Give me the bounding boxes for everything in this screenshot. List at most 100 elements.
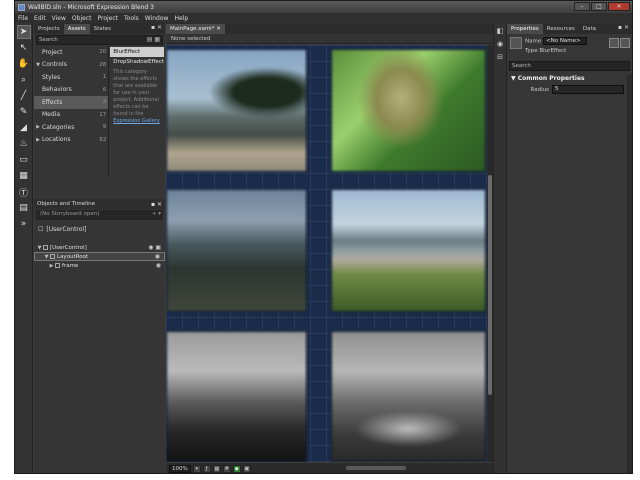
photo-mossy-tree[interactable] (331, 49, 486, 172)
blend-app-icon (18, 3, 25, 11)
zoom-level[interactable]: 100% (169, 465, 191, 473)
horizontal-scrollbar[interactable] (346, 466, 406, 470)
eye-icon[interactable]: ◉ (155, 253, 160, 260)
storyboard-selector[interactable]: (No Storyboard open) + ▾ (36, 210, 163, 220)
photo-mountain-river[interactable] (331, 189, 486, 312)
properties-scrollbar[interactable] (627, 75, 632, 473)
photo-misty-mountains[interactable] (166, 189, 307, 312)
tab-assets[interactable]: Assets (63, 24, 90, 34)
grid-icon[interactable]: ▦ (17, 169, 31, 183)
eye-icon[interactable]: ◉ ▣ (148, 244, 161, 251)
tab-properties[interactable]: Properties (507, 24, 543, 34)
category-effects[interactable]: Effects 2 (34, 96, 109, 109)
menu-project[interactable]: Project (97, 15, 118, 22)
text-icon[interactable]: Ⓣ (17, 185, 31, 199)
split-view-icon[interactable]: ⊟ (495, 52, 505, 62)
collapse-icon[interactable]: ▼ (511, 75, 516, 82)
panel-pin-icon[interactable]: ▪ ✕ (151, 201, 162, 208)
eye-icon[interactable]: ◉ (156, 262, 161, 269)
snap-icon[interactable]: ◆ (232, 465, 241, 473)
expander-icon[interactable]: ▶ (34, 137, 42, 143)
close-tab-icon[interactable]: ✕ (216, 26, 221, 32)
panel-pin-icon[interactable]: ▪ ✕ (618, 24, 629, 31)
xaml-view-icon[interactable]: ◉ (495, 39, 505, 49)
pin-icon[interactable]: ▪ ✕ (151, 24, 162, 31)
collapse-icon[interactable]: ▼ (36, 245, 43, 251)
tree-label: LayoutRoot (57, 253, 89, 260)
category-styles[interactable]: Styles 1 (34, 71, 108, 84)
menu-view[interactable]: View (52, 15, 66, 22)
direct-select-icon[interactable]: ↖ (17, 41, 31, 55)
tab-projects[interactable]: Projects (34, 24, 64, 34)
category-locations[interactable]: ▶ Locations 82 (34, 134, 108, 147)
search-placeholder: Search (39, 37, 58, 43)
events-mode-icon[interactable] (620, 38, 630, 48)
tab-data[interactable]: Data (579, 24, 600, 34)
radius-input[interactable]: 5 (552, 85, 624, 94)
asset-icon[interactable]: » (17, 217, 31, 231)
category-project[interactable]: Project 20 (34, 46, 108, 59)
menu-window[interactable]: Window (145, 15, 169, 22)
category-label: Effects (42, 98, 63, 106)
assets-search-input[interactable]: Search ▤ ▦ (36, 35, 163, 45)
show-annotations-icon[interactable]: ▣ (242, 465, 251, 473)
rectangle-icon[interactable]: ▭ (17, 153, 31, 167)
category-count: 82 (99, 136, 107, 143)
breadcrumb[interactable]: None selected (166, 34, 493, 44)
tree-row-usercontrol[interactable]: ▼ [UserControl] ◉ ▣ (34, 243, 165, 252)
expand-icon[interactable]: ▶ (48, 263, 55, 269)
pan-icon[interactable]: ✋ (17, 57, 31, 71)
category-categories[interactable]: ▶ Categories 9 (34, 121, 108, 134)
menu-edit[interactable]: Edit (34, 15, 46, 22)
tab-resources[interactable]: Resources (543, 24, 579, 34)
selection-icon[interactable]: ➤ (16, 25, 31, 39)
common-properties-section[interactable]: ▼ Common Properties (507, 75, 632, 82)
add-storyboard-icon[interactable]: + ▾ (152, 210, 161, 219)
scrollbar-thumb[interactable] (488, 175, 492, 395)
assets-panel: Projects Assets States ▪ ✕ Search ▤ ▦ Pr… (34, 23, 165, 473)
paint-bucket-icon[interactable]: ◢ (17, 121, 31, 135)
tree-label: frame (62, 262, 79, 269)
brush-icon[interactable]: ♨ (17, 137, 31, 151)
design-canvas[interactable] (166, 45, 487, 462)
category-label: Media (42, 111, 61, 119)
maximize-button[interactable]: □ (591, 2, 607, 11)
menu-file[interactable]: File (18, 15, 28, 22)
menu-object[interactable]: Object (72, 15, 92, 22)
design-view-icon[interactable]: ◧ (495, 26, 505, 36)
photo-driftwood-beach[interactable] (331, 331, 486, 462)
category-controls[interactable]: ▼ Controls 28 (34, 59, 108, 72)
properties-search-input[interactable]: Search (509, 61, 630, 71)
controls-icon[interactable]: ▤ (17, 201, 31, 215)
pen-icon[interactable]: ✎ (17, 105, 31, 119)
zoom-icon[interactable]: ⌕ (17, 73, 31, 87)
zoom-dropdown-icon[interactable]: ▾ (192, 465, 201, 473)
eyedropper-icon[interactable]: ╱ (17, 89, 31, 103)
tree-row-layoutroot[interactable]: ▼ LayoutRoot ◉ (34, 252, 165, 261)
document-tab[interactable]: MainPage.xaml* ✕ (166, 24, 225, 34)
photo-lake-forest[interactable] (166, 49, 307, 172)
category-behaviors[interactable]: Behaviors 6 (34, 84, 108, 97)
photo-foggy-shore[interactable] (166, 331, 307, 462)
view-toggle-icon[interactable]: ▤ ▦ (147, 36, 160, 44)
snap-grid-icon[interactable]: ▦ (212, 465, 221, 473)
expression-gallery-link[interactable]: Expression Gallery (113, 118, 160, 124)
effect-dropshadow[interactable]: DropShadowEffect (110, 57, 164, 67)
effects-toggle-icon[interactable]: ƒ (202, 465, 211, 473)
expander-icon[interactable]: ▶ (34, 124, 42, 130)
minimize-button[interactable]: – (574, 2, 590, 11)
name-field[interactable]: <No Name> (542, 37, 587, 45)
effect-blur[interactable]: BlurEffect (110, 47, 164, 57)
object-type-icon (510, 37, 522, 49)
window-title: WallBlD.sln - Microsoft Expression Blend… (28, 3, 154, 11)
menu-help[interactable]: Help (174, 15, 188, 22)
snap-lines-icon[interactable]: # (222, 465, 231, 473)
tree-row-frame[interactable]: ▶ frame ◉ (34, 261, 165, 270)
tab-states[interactable]: States (90, 24, 115, 34)
collapse-icon[interactable]: ▼ (43, 254, 50, 260)
menu-tools[interactable]: Tools (124, 15, 139, 22)
properties-mode-icon[interactable] (609, 38, 619, 48)
expander-icon[interactable]: ▼ (34, 62, 42, 68)
close-button[interactable]: ✕ (608, 2, 630, 11)
category-media[interactable]: Media 17 (34, 109, 108, 122)
